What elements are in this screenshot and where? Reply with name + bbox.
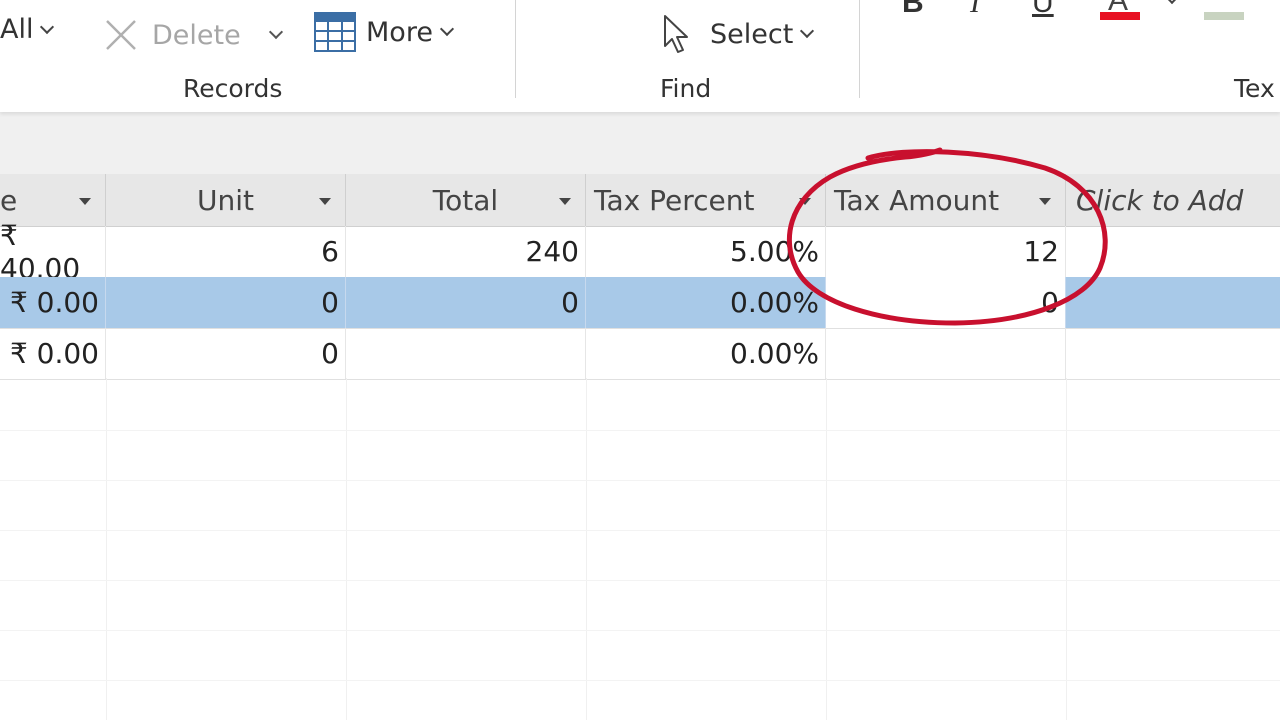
grid-line: [0, 680, 1280, 681]
column-header-total[interactable]: Total: [346, 174, 586, 226]
table-row-new[interactable]: ₹ 0.00 0 0.00%: [0, 328, 1280, 380]
cell-price[interactable]: ₹ 40.00: [0, 219, 106, 285]
cell-tax-percent[interactable]: 0.00%: [586, 328, 826, 379]
column-header-label: Total: [432, 183, 499, 217]
table-grid-icon: [314, 12, 356, 52]
underline-button[interactable]: U: [1032, 0, 1054, 20]
grid-line: [0, 630, 1280, 631]
column-header-label: Tax Percent: [594, 183, 755, 217]
column-header-click-to-add[interactable]: Click to Add: [1066, 174, 1280, 226]
highlight-swatch: [1204, 12, 1244, 20]
column-header-label: Click to Add: [1076, 183, 1244, 217]
font-color-swatch: [1100, 12, 1140, 20]
column-header-unit[interactable]: Unit: [106, 174, 346, 226]
records-group-label: Records: [183, 74, 283, 103]
find-group-label: Find: [660, 74, 712, 103]
column-header-tax-amount[interactable]: Tax Amount: [826, 174, 1066, 226]
column-dropdown-icon[interactable]: [799, 198, 811, 205]
grid-line: [0, 480, 1280, 481]
bold-button[interactable]: B: [902, 0, 924, 20]
cell-unit[interactable]: 0: [106, 328, 346, 379]
column-dropdown-icon[interactable]: [1039, 198, 1051, 205]
cell-unit[interactable]: 6: [106, 226, 346, 277]
column-dropdown-icon[interactable]: [319, 198, 331, 205]
italic-button[interactable]: I: [970, 0, 980, 20]
delete-label: Delete: [152, 19, 241, 51]
column-header-label: Tax Amount: [834, 183, 1000, 217]
chevron-down-icon: [268, 24, 283, 40]
cell-tax-percent[interactable]: 0.00%: [586, 277, 826, 328]
cell-total[interactable]: 0: [346, 277, 586, 328]
cell-tax-percent[interactable]: 5.00%: [586, 226, 826, 277]
font-color-button[interactable]: A: [1100, 0, 1140, 22]
cell-tax-amount[interactable]: 0: [826, 277, 1066, 328]
table-row-selected[interactable]: ₹ 0.00 0 0 0.00% 0: [0, 277, 1280, 329]
chevron-down-icon: [800, 23, 815, 39]
cell-click-to-add[interactable]: [1066, 277, 1280, 328]
cell-unit[interactable]: 0: [106, 277, 346, 328]
cell-tax-amount[interactable]: [826, 328, 1066, 379]
column-header-label: Unit: [197, 183, 254, 217]
chevron-down-icon: [40, 19, 55, 34]
cell-click-to-add[interactable]: [1066, 328, 1280, 379]
chevron-down-icon: [439, 21, 455, 37]
ribbon-separator: [859, 0, 860, 98]
highlight-color-button[interactable]: [1204, 0, 1244, 22]
column-header-tax-percent[interactable]: Tax Percent: [586, 174, 826, 226]
column-header-label: e: [0, 183, 18, 217]
ribbon-separator: [515, 0, 516, 98]
table-row[interactable]: ₹ 40.00 6 240 5.00% 12: [0, 219, 1280, 285]
datasheet-grid: e Unit Total Tax Percent Tax Amount Clic…: [0, 174, 1280, 720]
column-dropdown-icon[interactable]: [559, 198, 571, 205]
close-icon: [106, 20, 136, 50]
cell-total[interactable]: 240: [346, 226, 586, 277]
select-all-label: All: [0, 14, 34, 45]
grid-line: [0, 430, 1280, 431]
cursor-arrow-icon: [664, 15, 688, 53]
column-header-row: e Unit Total Tax Percent Tax Amount Clic…: [0, 174, 1280, 227]
ribbon: All Delete More Records Select Find B I …: [0, 0, 1280, 112]
more-button[interactable]: More: [314, 12, 455, 52]
text-formatting-group-label: Tex: [1234, 74, 1275, 103]
cell-tax-amount[interactable]: 12: [826, 226, 1066, 277]
select-label: Select: [710, 18, 794, 50]
cell-click-to-add[interactable]: [1066, 226, 1280, 277]
cell-total[interactable]: [346, 328, 586, 379]
select-button[interactable]: Select: [662, 14, 815, 54]
column-dropdown-icon[interactable]: [79, 198, 91, 205]
grid-line: [0, 580, 1280, 581]
cell-price[interactable]: ₹ 0.00: [0, 328, 106, 379]
delete-button[interactable]: Delete: [104, 18, 283, 52]
more-label: More: [366, 16, 433, 48]
grid-line: [0, 530, 1280, 531]
grid-toolbar-band: [0, 112, 1280, 174]
cell-price[interactable]: ₹ 0.00: [0, 277, 106, 328]
select-all-button[interactable]: All: [0, 14, 55, 45]
chevron-down-icon[interactable]: [1164, 0, 1180, 5]
